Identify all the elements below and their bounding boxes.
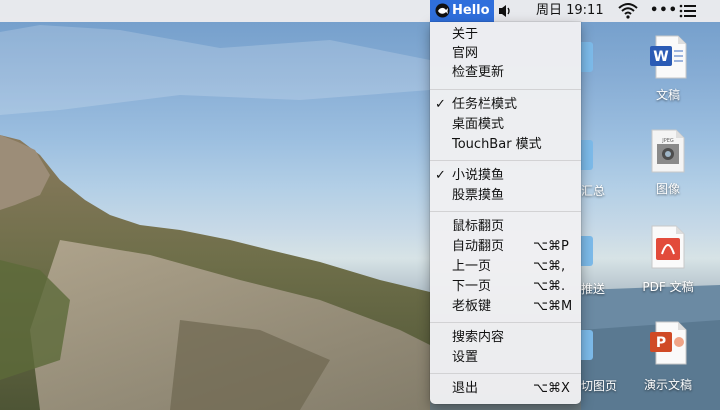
menu-item-check-updates[interactable]: 检查更新 <box>430 63 581 83</box>
desktop-icon-pdf[interactable]: PDF 文稿 <box>628 224 708 294</box>
menu-item-novel-mode[interactable]: ✓ 小说摸鱼 <box>430 166 581 186</box>
wifi-status-item[interactable] <box>618 0 640 22</box>
desktop-icon-image[interactable]: JPEG 图像 <box>628 128 708 198</box>
menu-item-search-content[interactable]: 搜索内容 <box>430 328 581 348</box>
menu-item-quit[interactable]: 退出 ⌥⌘X <box>430 379 581 399</box>
menu-item-touchbar-mode[interactable]: TouchBar 模式 <box>430 135 581 155</box>
menu-item-auto-paging[interactable]: 自动翻页 ⌥⌘P <box>430 237 581 257</box>
folder-icon[interactable] <box>581 236 593 266</box>
menu-item-settings[interactable]: 设置 <box>430 348 581 368</box>
menu-item-website[interactable]: 官网 <box>430 44 581 64</box>
menu-item-previous-page[interactable]: 上一页 ⌥⌘, <box>430 257 581 277</box>
speaker-icon <box>499 5 510 17</box>
wifi-icon <box>618 3 638 19</box>
desktop-icon-label[interactable]: 切图页 <box>581 377 617 394</box>
menu-separator <box>430 322 581 323</box>
menu-item-label: 设置 <box>452 350 479 365</box>
volume-status-item[interactable] <box>497 0 515 22</box>
folder-icon[interactable] <box>581 42 593 72</box>
svg-text:W: W <box>653 49 668 65</box>
desktop-icon-powerpoint[interactable]: P 演示文稿 <box>628 320 708 392</box>
menu-item-boss-key[interactable]: 老板键 ⌥⌘M <box>430 297 581 317</box>
desktop-icon-label: 图像 <box>655 182 680 196</box>
menu-item-shortcut: ⌥⌘, <box>533 259 566 274</box>
menu-item-about[interactable]: 关于 <box>430 25 581 45</box>
desktop-icon-word[interactable]: W 文稿 <box>628 34 708 104</box>
menu-item-shortcut: ⌥⌘P <box>533 239 569 254</box>
menu-item-label: 任务栏模式 <box>452 97 518 112</box>
desktop-icon-label[interactable]: 汇总 <box>581 182 605 199</box>
desktop-icon-label: 文稿 <box>655 88 680 102</box>
menu-separator <box>430 89 581 90</box>
word-doc-icon: W <box>650 35 687 79</box>
list-icon <box>679 4 696 18</box>
desktop-icon-label[interactable]: 推送 <box>581 280 605 297</box>
menu-item-label: 检查更新 <box>452 65 505 80</box>
pdf-file-icon <box>651 225 685 269</box>
menu-separator <box>430 211 581 212</box>
menu-item-label: 上一页 <box>452 259 492 274</box>
checkmark-icon: ✓ <box>435 97 446 112</box>
menu-item-label: 自动翻页 <box>452 239 505 254</box>
folder-icon[interactable] <box>581 140 593 170</box>
menu-item-label: 鼠标翻页 <box>452 219 505 234</box>
svg-text:JPEG: JPEG <box>661 138 674 144</box>
menu-item-label: 官网 <box>452 46 479 61</box>
menu-item-shortcut: ⌥⌘M <box>533 299 573 314</box>
menu-bar: Hello 周日 19:11 ••• <box>0 0 720 22</box>
menu-item-taskbar-mode[interactable]: ✓ 任务栏模式 <box>430 95 581 115</box>
menu-item-label: 关于 <box>452 27 479 42</box>
desktop-icon-label: PDF 文稿 <box>642 280 694 294</box>
menu-item-label: 小说摸鱼 <box>452 168 505 183</box>
menu-item-shortcut: ⌥⌘X <box>533 381 570 396</box>
app-name: Hello <box>452 3 490 18</box>
checkmark-icon: ✓ <box>435 168 446 183</box>
mountain-landscape <box>0 25 720 410</box>
menu-separator <box>430 373 581 374</box>
menu-separator <box>430 160 581 161</box>
menu-item-label: 桌面模式 <box>452 117 505 132</box>
fish-logo-icon <box>435 3 450 18</box>
menu-item-next-page[interactable]: 下一页 ⌥⌘. <box>430 277 581 297</box>
desktop-icon-label: 演示文稿 <box>643 378 692 392</box>
more-icon[interactable]: ••• <box>650 0 677 22</box>
clock[interactable]: 周日 19:11 <box>536 0 606 22</box>
status-item-hello[interactable]: Hello <box>430 0 494 22</box>
menu-item-label: 老板键 <box>452 299 492 314</box>
menu-item-label: 下一页 <box>452 279 492 294</box>
powerpoint-file-icon: P <box>650 321 687 365</box>
folder-icon[interactable] <box>581 330 593 360</box>
menu-item-stock-mode[interactable]: 股票摸鱼 <box>430 186 581 206</box>
notification-center-item[interactable] <box>678 0 700 22</box>
menu-item-label: 股票摸鱼 <box>452 188 505 203</box>
menu-item-label: 退出 <box>452 381 479 396</box>
menu-item-desktop-mode[interactable]: 桌面模式 <box>430 115 581 135</box>
image-file-icon: JPEG <box>651 129 685 173</box>
desktop-background: 汇总 推送 切图页 W 文稿 JPEG 图像 PDF 文稿 P 演示文稿 <box>0 0 720 410</box>
menu-item-label: 搜索内容 <box>452 330 505 345</box>
svg-text:P: P <box>656 335 666 351</box>
menu-item-mouse-paging[interactable]: 鼠标翻页 <box>430 217 581 237</box>
dropdown-menu: 关于 官网 检查更新 ✓ 任务栏模式 桌面模式 TouchBar 模式 ✓ 小说… <box>430 22 581 404</box>
menu-item-shortcut: ⌥⌘. <box>533 279 566 294</box>
menu-item-label: TouchBar 模式 <box>452 137 542 152</box>
